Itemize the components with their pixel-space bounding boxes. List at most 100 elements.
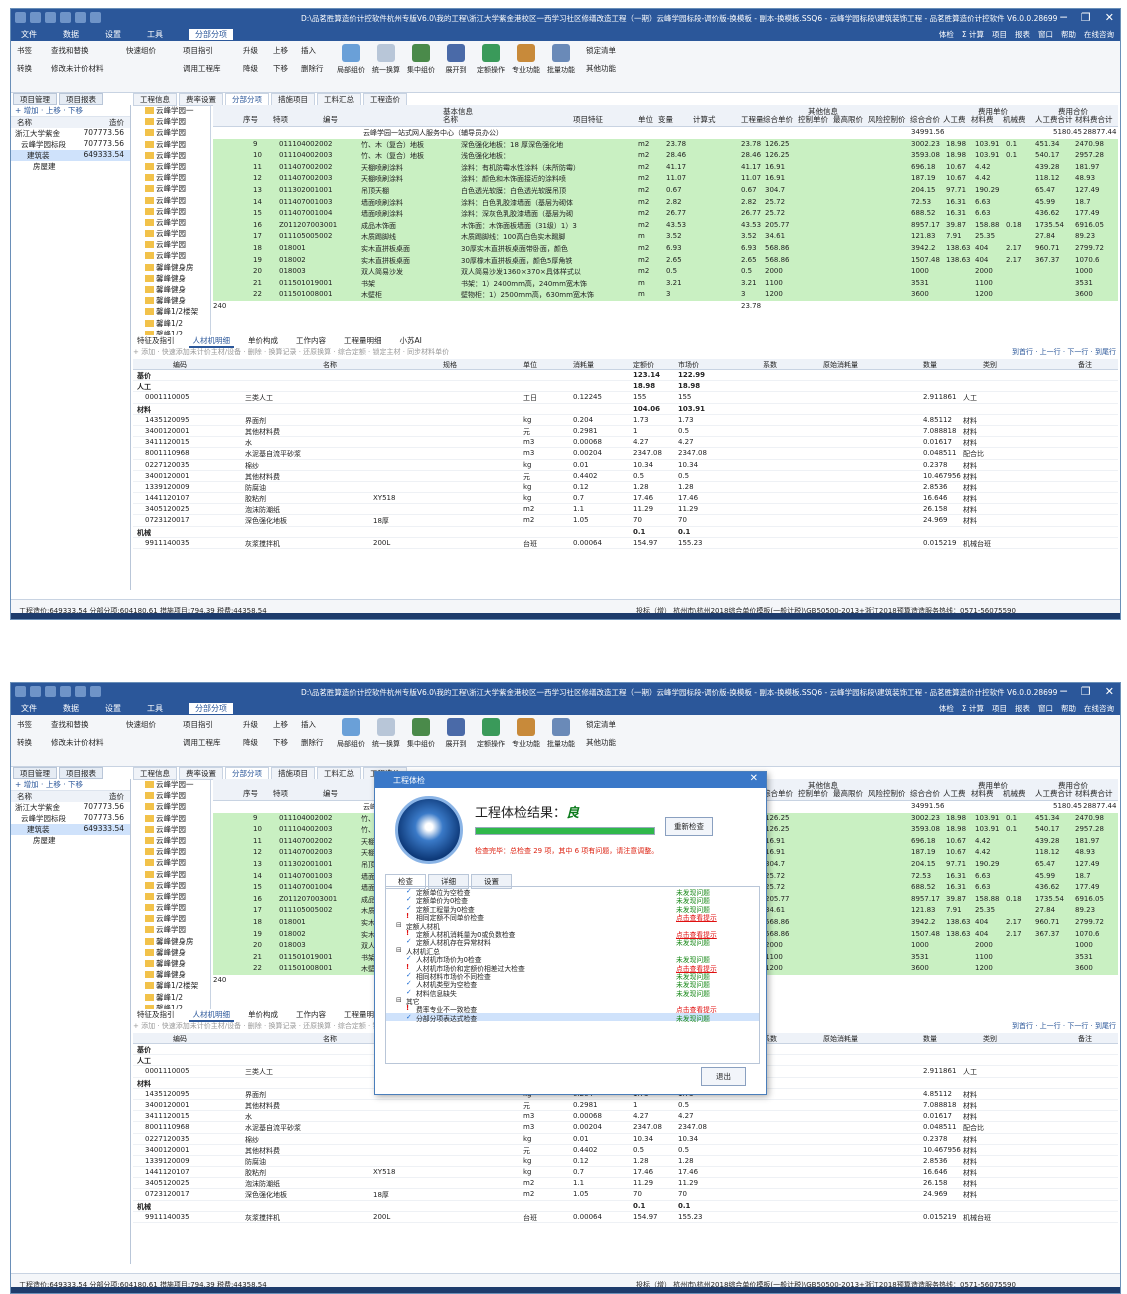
resource-row[interactable]: 3400120001 其他材料费 元 0.4402 0.5 0.5 10.467956 材料 [133, 471, 1118, 482]
downgrade-button[interactable]: 降级 [243, 63, 258, 74]
local-price-button[interactable]: 局部组价 [336, 718, 366, 749]
checkup-list[interactable]: ✓ 定额单位为空检查 未发现问题 ✓ 定额单价为0检查 未发现问题 ✓ 定额工程量为0检查 未发… [385, 886, 760, 1064]
section-node[interactable]: 云峰学园 [133, 172, 210, 183]
section-node[interactable]: 馨峰健身 [133, 273, 210, 284]
table-row[interactable]: 13 011302001001 吊顶天棚 白色透光软膜：白色透光软膜吊顶 m2 0.67 0… [213, 184, 1118, 197]
report-icon[interactable] [90, 686, 101, 697]
report-icon[interactable] [90, 12, 101, 23]
exit-button[interactable]: 退出 [701, 1067, 746, 1086]
quick-price-button[interactable]: 快速组价 [126, 719, 156, 730]
table-row[interactable]: 18 018001 实木直拼板桌面 30厚实木直拼板桌面带卧面，颜色 m2 6.93 6.9… [213, 242, 1118, 255]
menu-calc[interactable]: Σ 计算 [962, 703, 984, 714]
section-node[interactable]: 云峰学园 [133, 183, 210, 194]
resource-row[interactable]: 材料 104.06 103.91 [133, 404, 1118, 415]
table-row[interactable]: 20 018003 双人简易沙发 双人简易沙发1360×370×具体样式以 m2 0.5 0… [213, 266, 1118, 278]
resource-row[interactable]: 3400120001 其他材料费 元 0.2981 1 0.5 7.088818 材料 [133, 426, 1118, 438]
resource-row[interactable]: 1441120107 胶粘剂 XY518 kg 0.7 17.46 17.46 16.646 材… [133, 1167, 1118, 1179]
convert-button[interactable]: 转换 [17, 737, 32, 748]
move-up-button[interactable]: 上移 [273, 719, 288, 730]
move-down-button[interactable]: 下移 [273, 63, 288, 74]
resource-row[interactable]: 9911140035 灰浆搅拌机 200L 台班 0.00064 154.97 155.23… [133, 1212, 1118, 1223]
bill-grid[interactable]: 序号 特项 编号 基本信息 名称 项目特征 单位 变量 计算式 工程量 其他信息… [213, 105, 1118, 325]
check-item[interactable]: ✓ 人材机类型为空检查 未发现问题 [386, 979, 759, 989]
section-node[interactable]: 云峰学园一 [133, 105, 210, 116]
specialty-button[interactable]: 专业功能 [511, 718, 541, 749]
section-tree[interactable]: 云峰学园一 云峰学园 云峰学园 云峰学园 云峰学园 云峰学园 云峰学园 云峰学园 云峰学园 云峰学… [133, 105, 211, 335]
delete-row-button[interactable]: 删除行 [301, 737, 324, 748]
section-node[interactable]: 馨峰1/2 [133, 318, 210, 329]
resource-row[interactable]: 3400120001 其他材料费 元 0.4402 0.5 0.5 10.467956 材料 [133, 1145, 1118, 1156]
tree-node[interactable]: 云峰学园标段 707773.56 [11, 139, 130, 150]
bookmark-button[interactable]: 书签 [17, 45, 32, 56]
redo-icon[interactable] [60, 12, 71, 23]
minimize-icon[interactable]: ─ [1060, 11, 1067, 24]
resource-row[interactable]: 0227120035 棉纱 kg 0.01 10.34 10.34 0.2378 材料 [133, 460, 1118, 471]
menu-checkup[interactable]: 体检 [939, 703, 954, 714]
table-row[interactable]: 17 011105005002 木质踢脚线 木质踢脚线：100高白色实木踢脚 m 3.52… [213, 231, 1118, 243]
resource-row[interactable]: 基价 123.14 122.99 [133, 370, 1118, 382]
check-item[interactable]: ✓ 人材机市场价为0检查 未发现问题 [386, 954, 759, 964]
menu-file[interactable]: 文件 [21, 703, 37, 714]
resource-row[interactable]: 3411120015 水 m3 0.00068 4.27 4.27 0.01617 材料 [133, 437, 1118, 449]
section-node[interactable]: 云峰学园 [133, 790, 210, 801]
resource-row[interactable]: 0001110005 三类人工 工日 0.12245 155 155 2.911861 人工 [133, 392, 1118, 404]
insert-button[interactable]: 插入 [301, 719, 316, 730]
menu-tools[interactable]: 工具 [147, 29, 163, 40]
section-node[interactable]: 云峰学园 [133, 150, 210, 161]
lock-list-button[interactable]: 锁定清单 [586, 719, 616, 730]
section-node[interactable]: 馨峰1/2楼架 [133, 980, 210, 991]
resource-row[interactable]: 机械 0.1 0.1 [133, 1201, 1118, 1212]
tab-project-manage[interactable]: 项目管理 [13, 93, 57, 105]
section-node[interactable]: 云峰学园 [133, 924, 210, 935]
save-icon[interactable] [15, 686, 26, 697]
specialty-button[interactable]: 专业功能 [511, 44, 541, 75]
section-node[interactable]: 云峰学园 [133, 161, 210, 172]
tree-node[interactable]: 建筑装 649333.54 [11, 150, 130, 161]
menu-online[interactable]: 在线咨询 [1084, 703, 1114, 714]
resource-row[interactable]: 0723120017 深色强化地板 18厚 m2 1.05 70 70 24.969 材料 [133, 515, 1118, 527]
resource-grid[interactable]: 编码 名称 规格 单位 消耗量 定额价 市场价 系数 原始消耗量 数量 类别 备… [133, 359, 1118, 589]
menu-data[interactable]: 数据 [63, 29, 79, 40]
tree-node[interactable]: 房屋建 [11, 161, 130, 172]
menu-calc[interactable]: Σ 计算 [962, 29, 984, 40]
section-node[interactable]: 馨峰1/2 [133, 992, 210, 1003]
section-node[interactable]: 云峰学园 [133, 801, 210, 812]
section-node[interactable]: 馨峰1/2楼架 [133, 306, 210, 317]
menu-settings[interactable]: 设置 [105, 29, 121, 40]
section-node[interactable]: 云峰学园 [133, 813, 210, 824]
menu-settings[interactable]: 设置 [105, 703, 121, 714]
section-node[interactable]: 云峰学园 [133, 195, 210, 206]
menu-checkup[interactable]: 体检 [939, 29, 954, 40]
other-func-button[interactable]: 其他功能 [586, 63, 616, 74]
tree-node[interactable]: 浙江大学紫金 707773.56 [11, 128, 130, 139]
check-item[interactable]: ⊟ 其它 [386, 996, 759, 1006]
save-icon[interactable] [15, 12, 26, 23]
dialog-close-icon[interactable]: ✕ [750, 773, 758, 784]
tree-toolbar[interactable]: + 增加 · 上移 · 下移 [11, 779, 130, 791]
close-icon[interactable]: ✕ [1105, 11, 1114, 24]
maximize-icon[interactable]: ❐ [1081, 685, 1091, 698]
open-icon[interactable] [30, 686, 41, 697]
table-row[interactable]: 12 011407002003 天棚喷刷涂料 涂料：颜色和木饰面接近的涂料喷 m2 11.… [213, 173, 1118, 185]
batch-func-button[interactable]: 批量功能 [546, 44, 576, 75]
check-item[interactable]: ! 人材机市场价和定额价相差过大检查 点击查看提示 [386, 963, 759, 973]
menu-subitems[interactable]: 分部分项 [189, 703, 233, 714]
section-node[interactable]: 云峰学园 [133, 206, 210, 217]
resource-row[interactable]: 8001110968 水泥基自流平砂浆 m3 0.00204 2347.08 2347.0… [133, 448, 1118, 460]
tree-node[interactable]: 云峰学园标段 707773.56 [11, 813, 130, 824]
check-item[interactable]: ✓ 分部分项表达式检查 未发现问题 [386, 1012, 759, 1023]
table-row[interactable]: 10 011104002003 竹、木（复合）地板 浅色强化地板： m2 28.46 28.… [213, 150, 1118, 162]
find-replace-button[interactable]: 查找和替换 [51, 719, 89, 730]
check-item[interactable]: ✓ 材料信息缺失 未发现问题 [386, 988, 759, 998]
check-item[interactable]: ⊟ 人材机汇总 [386, 946, 759, 956]
menu-tools[interactable]: 工具 [147, 703, 163, 714]
menu-report[interactable]: 报表 [1015, 29, 1030, 40]
project-lib-button[interactable]: 调用工程库 [183, 63, 221, 74]
expand-button[interactable]: 展开到 [441, 718, 471, 749]
redo-icon[interactable] [60, 686, 71, 697]
undo-icon[interactable] [45, 686, 56, 697]
check-item[interactable]: ! 费率专业不一致检查 点击查看提示 [386, 1004, 759, 1014]
section-node[interactable]: 馨峰健身 [133, 295, 210, 306]
resource-row[interactable]: 1339120009 防腐油 kg 0.12 1.28 1.28 2.8536 材料 [133, 1156, 1118, 1168]
resource-row[interactable]: 0227120035 棉纱 kg 0.01 10.34 10.34 0.2378 材料 [133, 1134, 1118, 1145]
